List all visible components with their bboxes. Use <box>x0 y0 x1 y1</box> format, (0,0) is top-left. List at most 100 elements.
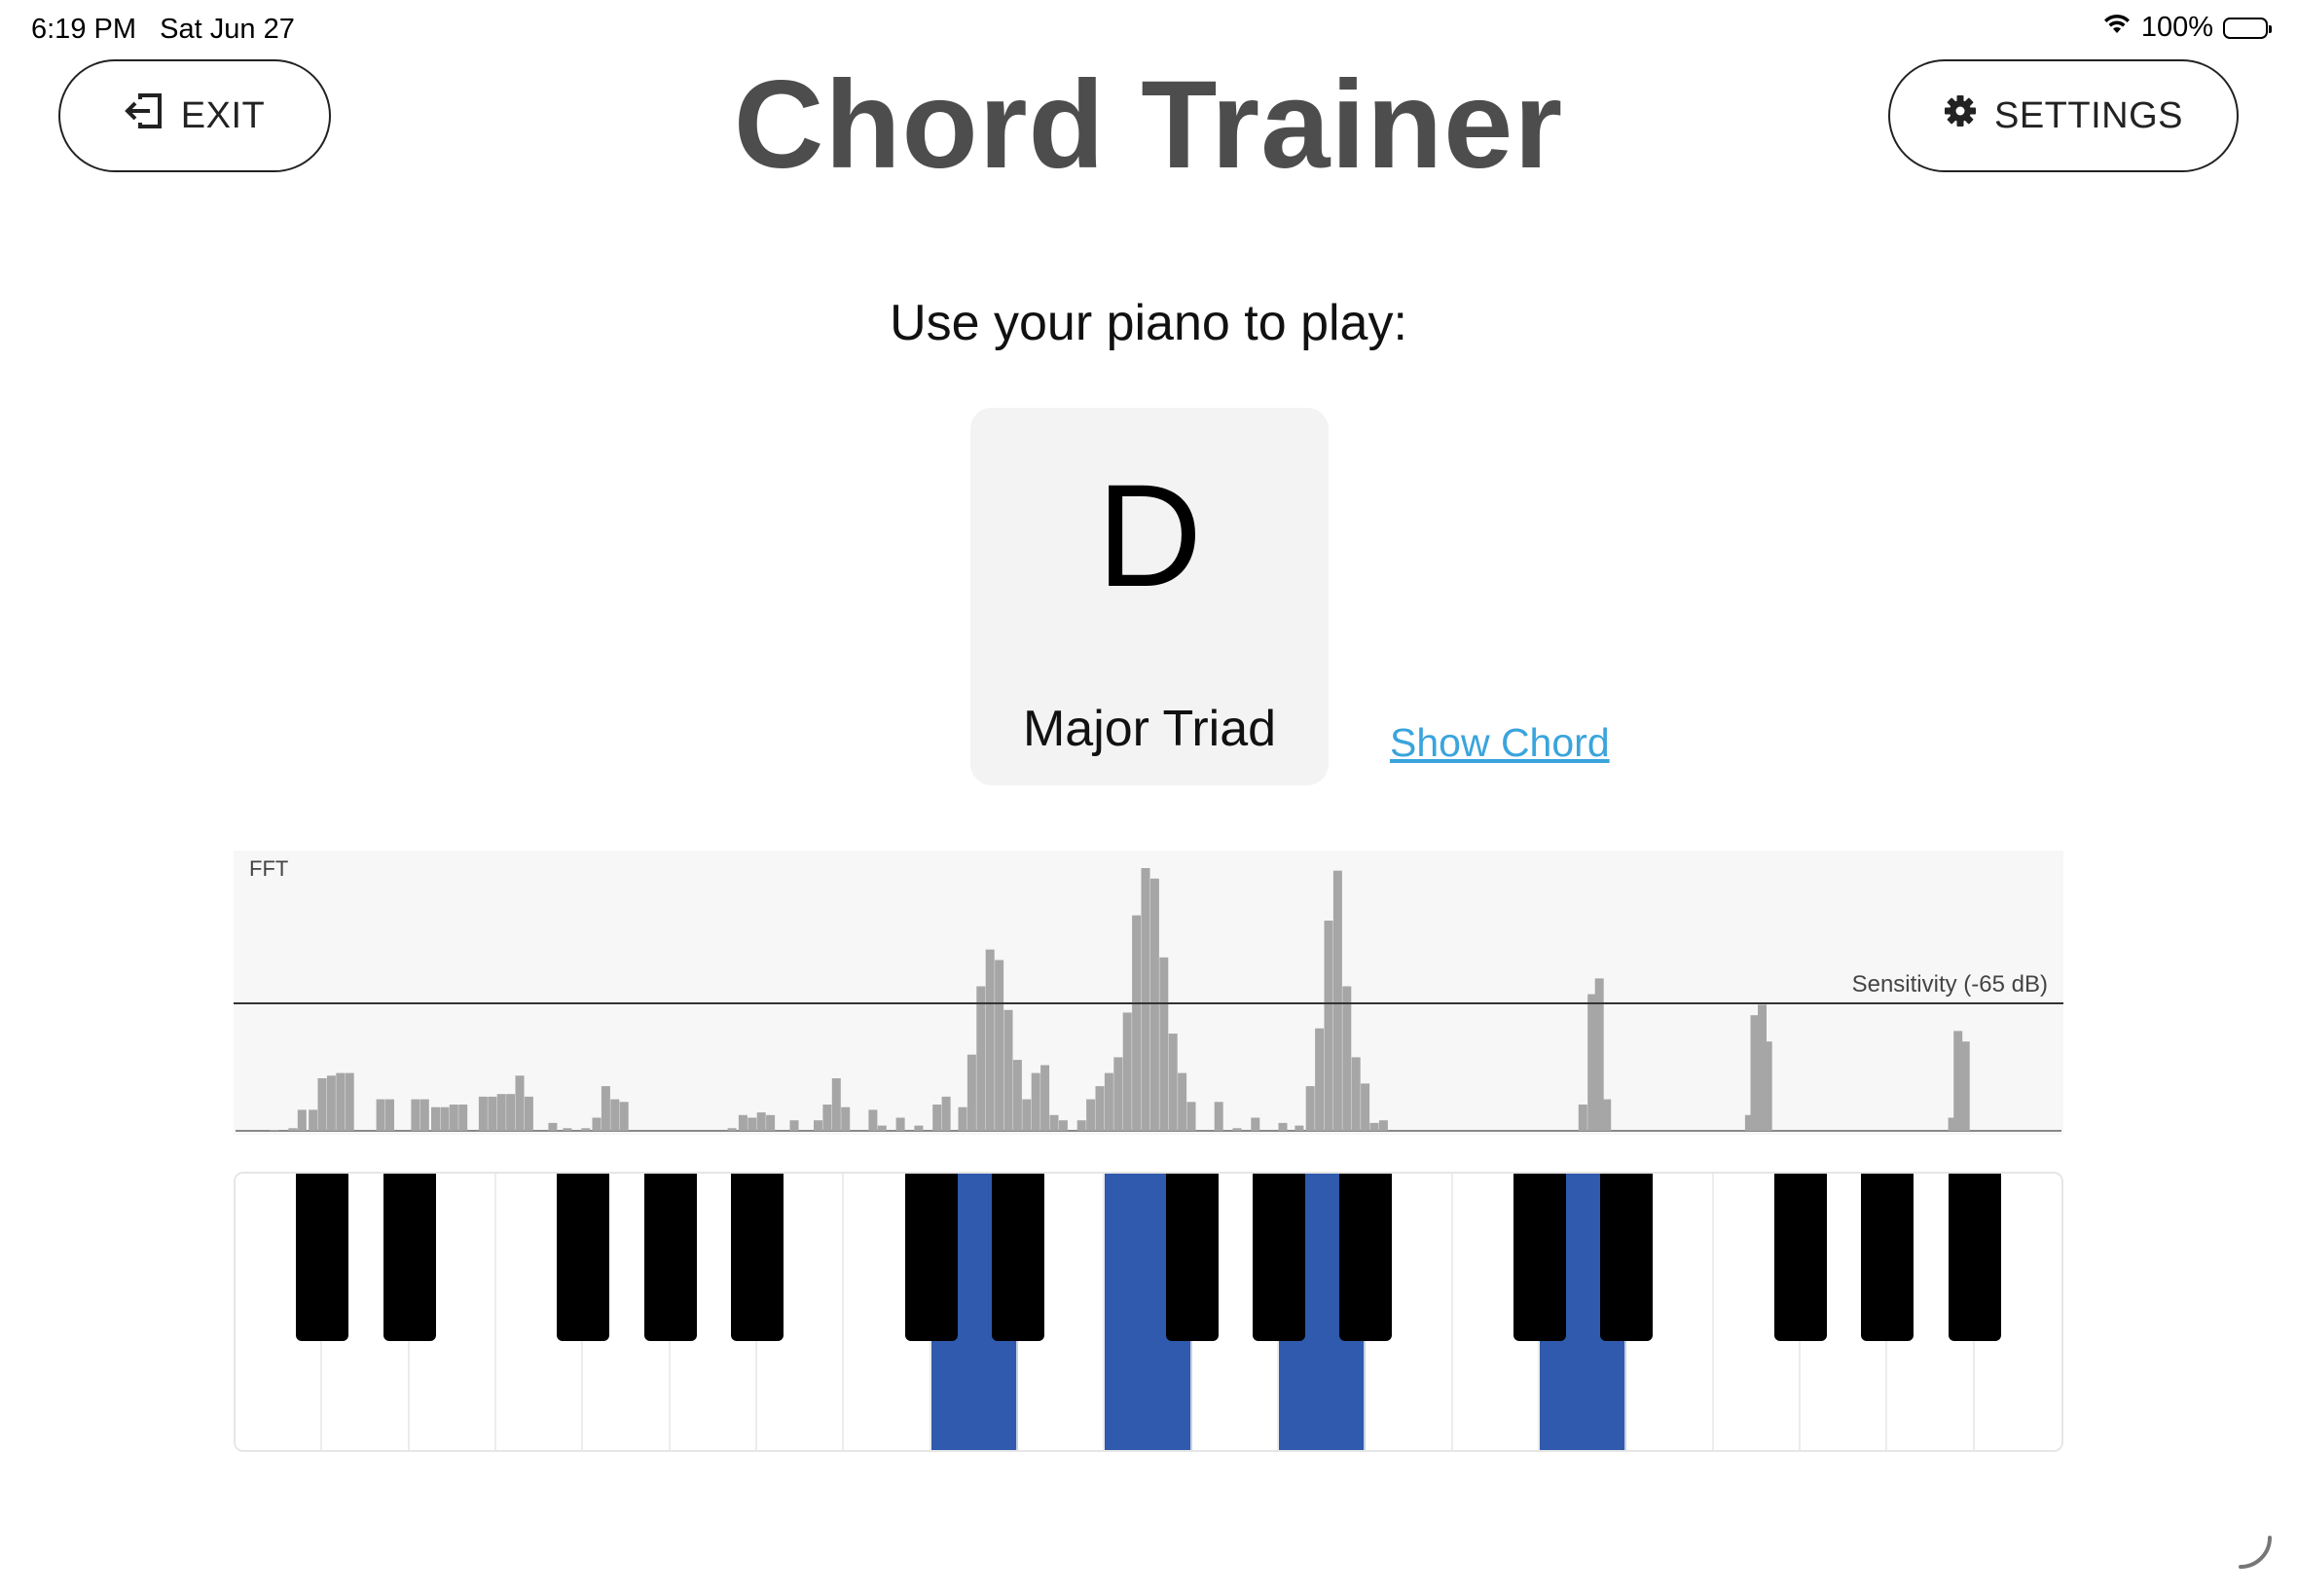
fft-bar <box>309 1109 318 1131</box>
fft-bar <box>895 1117 905 1131</box>
status-time-date: 6:19 PM Sat Jun 27 <box>31 14 295 46</box>
fft-bar <box>478 1096 488 1131</box>
fft-bar <box>1378 1120 1388 1131</box>
fft-bar <box>995 960 1004 1131</box>
fft-bar <box>563 1128 572 1131</box>
fft-bar <box>297 1109 307 1131</box>
fft-label: FFT <box>249 856 289 881</box>
fft-bar <box>1122 1012 1132 1131</box>
black-key[interactable] <box>1513 1174 1566 1341</box>
black-key[interactable] <box>992 1174 1044 1341</box>
fft-bar <box>841 1106 851 1131</box>
fft-bar <box>1012 1060 1022 1131</box>
settings-button[interactable]: SETTINGS <box>1888 59 2239 172</box>
black-key[interactable] <box>1774 1174 1827 1341</box>
fft-bar <box>814 1120 822 1131</box>
black-key[interactable] <box>643 1174 697 1341</box>
fft-bar <box>1232 1128 1242 1131</box>
fft-bar <box>496 1094 506 1131</box>
fft-bar <box>524 1096 533 1131</box>
show-chord-link[interactable]: Show Chord <box>1390 720 1610 766</box>
fft-bar <box>1141 868 1150 1131</box>
black-key[interactable] <box>383 1174 436 1341</box>
fft-bar <box>288 1128 298 1131</box>
fft-bar <box>581 1128 591 1131</box>
fft-bar <box>376 1099 385 1131</box>
fft-bar <box>958 1106 967 1131</box>
fft-bar <box>932 1105 942 1131</box>
spinner-icon <box>2235 1534 2274 1578</box>
fft-bar <box>1763 1041 1772 1131</box>
fft-bar <box>877 1125 887 1131</box>
fft-bar <box>515 1075 525 1131</box>
fft-bar <box>756 1112 766 1131</box>
fft-bar <box>592 1117 602 1131</box>
fft-bar <box>1132 915 1142 1131</box>
black-key[interactable] <box>1339 1174 1393 1341</box>
fft-bar <box>270 1130 279 1131</box>
black-key[interactable] <box>904 1174 958 1341</box>
play-prompt: Use your piano to play: <box>890 295 1407 351</box>
fft-bar <box>985 949 995 1131</box>
fft-bar <box>1149 878 1159 1131</box>
fft-bar <box>1602 1099 1612 1131</box>
fft-bar <box>1086 1099 1096 1131</box>
fft-bar <box>1324 921 1333 1131</box>
status-bar: 6:19 PM Sat Jun 27 100% <box>0 0 2297 58</box>
fft-bar <box>822 1105 832 1131</box>
chord-card: D Major Triad <box>970 408 1329 785</box>
fft-bar <box>976 986 986 1131</box>
status-date: Sat Jun 27 <box>160 14 295 45</box>
fft-bar <box>1361 1083 1370 1131</box>
fft-bar <box>1113 1057 1123 1131</box>
fft-bar <box>1578 1105 1587 1131</box>
piano-keyboard[interactable] <box>234 1172 2063 1452</box>
fft-bar <box>941 1096 951 1131</box>
fft-bar <box>1369 1122 1379 1131</box>
black-key[interactable] <box>1253 1174 1305 1341</box>
fft-bar <box>1168 1034 1178 1131</box>
fft-bar <box>789 1120 799 1131</box>
fft-bar <box>1022 1099 1032 1131</box>
fft-bar <box>336 1072 346 1131</box>
fft-bar <box>831 1078 841 1131</box>
fft-bar <box>431 1106 440 1131</box>
black-key[interactable] <box>296 1174 349 1341</box>
black-key[interactable] <box>1861 1174 1914 1341</box>
black-key[interactable] <box>557 1174 610 1341</box>
fft-bar <box>619 1102 629 1131</box>
fft-bar <box>747 1117 757 1131</box>
fft-bar <box>1351 1057 1361 1131</box>
status-right: 100% <box>2102 12 2272 44</box>
fft-bar <box>411 1099 420 1131</box>
sensitivity-label[interactable]: Sensitivity (-65 dB) <box>1852 971 2048 998</box>
fft-spectrum <box>234 868 2063 1132</box>
black-key[interactable] <box>1165 1174 1219 1341</box>
fft-bar <box>385 1099 394 1131</box>
fft-bar <box>610 1099 620 1131</box>
black-key[interactable] <box>1948 1174 2001 1341</box>
fft-bar <box>868 1109 878 1131</box>
black-key[interactable] <box>1600 1174 1654 1341</box>
fft-bar <box>326 1075 336 1131</box>
fft-panel: FFT Sensitivity (-65 dB) <box>234 851 2063 1135</box>
fft-bar <box>1040 1065 1050 1131</box>
fft-bar <box>1342 986 1352 1131</box>
fft-bar <box>449 1105 458 1131</box>
fft-bar <box>1104 1072 1113 1131</box>
chord-quality: Major Triad <box>1022 701 1277 757</box>
fft-bar <box>766 1114 776 1131</box>
fft-bar <box>966 1054 976 1131</box>
black-key[interactable] <box>731 1174 784 1341</box>
fft-bar <box>727 1128 737 1131</box>
fft-bar <box>738 1114 747 1131</box>
battery-percent: 100% <box>2140 12 2213 43</box>
wifi-icon <box>2102 12 2132 44</box>
fft-bar <box>914 1125 924 1131</box>
fft-bar <box>317 1078 327 1131</box>
fft-bar <box>1076 1120 1086 1131</box>
fft-bar <box>1305 1086 1315 1131</box>
fft-bar <box>345 1072 354 1131</box>
fft-bar <box>1960 1041 1970 1131</box>
fft-bar <box>1278 1122 1288 1131</box>
